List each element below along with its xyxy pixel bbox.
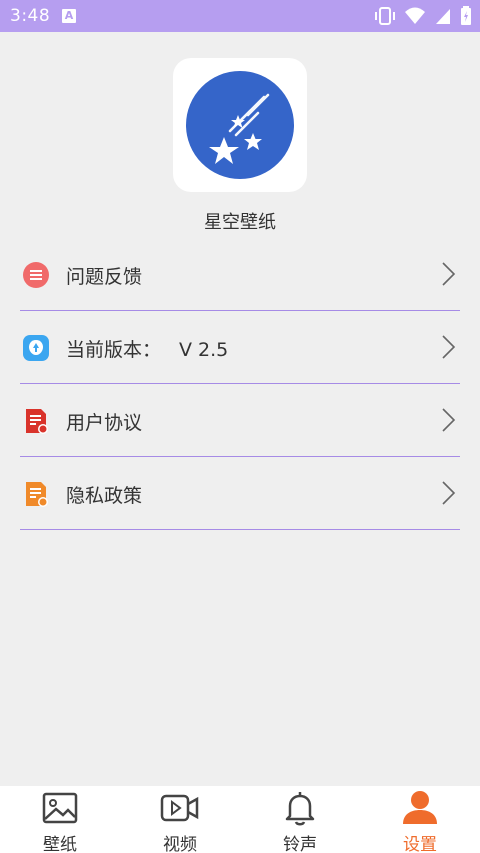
- chevron-right-icon: [442, 408, 456, 432]
- status-icons: [374, 6, 472, 26]
- person-icon: [403, 791, 437, 824]
- tab-label: 设置: [403, 835, 437, 853]
- battery-icon: [461, 6, 471, 25]
- menu-item-feedback[interactable]: 问题反馈: [20, 238, 460, 311]
- menu-item-label: 当前版本： V 2.5: [66, 335, 228, 362]
- menu-item-label: 问题反馈: [66, 266, 143, 288]
- feedback-icon: [23, 262, 49, 288]
- version-label: 当前版本：: [66, 339, 162, 361]
- menu-item-label: 隐私政策: [66, 485, 143, 507]
- tab-wallpaper[interactable]: 壁纸: [0, 786, 120, 853]
- status-bar: 3:48 A: [0, 0, 480, 32]
- video-icon: [160, 794, 199, 822]
- app-name: 星空壁纸: [204, 212, 276, 233]
- user-agreement-icon: [26, 409, 48, 434]
- tab-settings[interactable]: 设置: [360, 786, 480, 853]
- version-icon: [23, 335, 49, 361]
- tab-video[interactable]: 视频: [120, 786, 240, 853]
- shooting-stars-icon: [186, 71, 294, 179]
- privacy-policy-icon: [26, 482, 48, 507]
- chevron-right-icon: [442, 481, 456, 505]
- bell-icon: [285, 792, 315, 826]
- wifi-icon: [405, 7, 425, 24]
- status-time: 3:48: [10, 6, 51, 26]
- menu-item-label: 用户协议: [66, 412, 143, 434]
- version-value: V 2.5: [179, 339, 229, 361]
- menu-item-privacy-policy[interactable]: 隐私政策: [20, 457, 460, 530]
- settings-menu: 问题反馈 当前版本： V 2.5 用户协议 隐私政策: [20, 238, 460, 530]
- tab-label: 壁纸: [43, 835, 77, 853]
- menu-item-user-agreement[interactable]: 用户协议: [20, 384, 460, 457]
- notification-icon: A: [62, 9, 76, 23]
- tab-label: 铃声: [283, 835, 317, 853]
- tab-label: 视频: [163, 835, 197, 853]
- bottom-tab-bar: 壁纸 视频 铃声 设置: [0, 786, 480, 853]
- chevron-right-icon: [442, 262, 456, 286]
- app-icon: [173, 58, 307, 192]
- image-icon: [42, 792, 78, 824]
- chevron-right-icon: [442, 335, 456, 359]
- menu-item-version[interactable]: 当前版本： V 2.5: [20, 311, 460, 384]
- tab-ringtone[interactable]: 铃声: [240, 786, 360, 853]
- signal-icon: [436, 9, 450, 24]
- vibrate-icon: [375, 7, 395, 25]
